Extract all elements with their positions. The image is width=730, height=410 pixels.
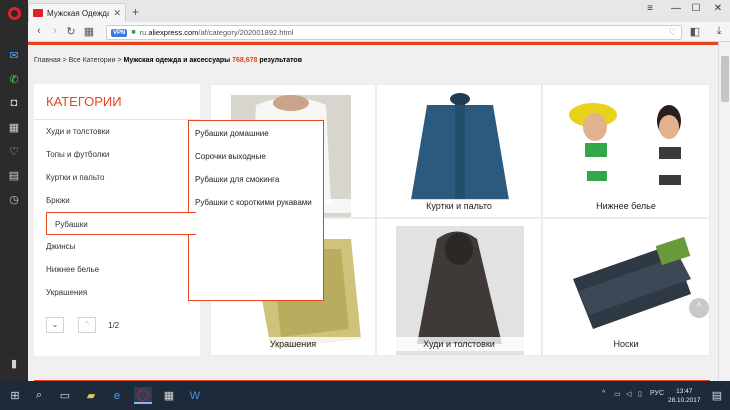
product-label: Куртки и пальто [377,199,541,213]
scrollbar-thumb[interactable] [721,56,729,102]
page-scrollbar[interactable] [718,42,730,381]
pager-down-button[interactable]: ⌄ [46,317,64,333]
breadcrumb: Главная > Все Категории > Мужская одежда… [34,57,303,64]
submenu-item-home-shirts[interactable]: Рубашки домашние [195,129,269,138]
product-label: Худи и толстовки [377,337,541,351]
socks-image [543,219,709,355]
whatsapp-icon[interactable]: ✆ [5,70,23,88]
tabs-grid-icon[interactable]: ▦ [82,25,96,38]
language-indicator[interactable]: РУС [650,390,664,397]
category-item-shirts[interactable]: Рубашки [46,212,196,235]
submenu-item-tuxedo-shirts[interactable]: Рубашки для смокинга [195,175,279,184]
sidebar-toggle-icon[interactable]: ▮ [5,354,23,372]
lock-icon[interactable]: ■ [131,29,135,36]
product-tile-socks[interactable]: Носки [542,218,710,356]
camera-icon[interactable]: ◘ [5,94,23,112]
download-icon[interactable]: ⤓ [712,25,726,38]
category-item-jeans[interactable]: Джинсы [34,235,200,258]
breadcrumb-current: Мужская одежда и аксессуары [123,57,231,64]
reload-icon[interactable]: ↻ [64,25,78,38]
easy-setup-icon[interactable]: ≡ [638,3,662,14]
product-label: Нижнее белье [543,199,709,213]
page-content: Главная > Все Категории > Мужская одежда… [28,42,718,381]
navigation-bar: ‹ › ↻ ▦ VPN ■ ru.aliexpress.com/af/categ… [28,22,730,42]
back-to-top-button[interactable]: ^ [689,298,709,318]
new-tab-button[interactable]: + [132,5,139,19]
calculator-icon[interactable]: ▦ [160,387,178,404]
results-count: 768,678 [232,57,258,64]
close-window-button[interactable]: ✕ [706,3,730,14]
category-item-jackets[interactable]: Куртки и пальто [34,166,200,189]
breadcrumb-all-categories[interactable]: Все Категории [69,57,116,64]
product-tile-hoodies[interactable]: Худи и толстовки [376,218,542,356]
opera-sidebar: ✉ ✆ ◘ ▦ ♡ ▤ ◷ ▮ [0,0,28,381]
pager-text: 1/2 [108,321,120,330]
breadcrumb-home[interactable]: Главная [34,57,61,64]
hoodie-image [396,226,524,355]
file-explorer-icon[interactable]: ▰ [82,387,100,404]
word-icon[interactable]: W [186,387,204,404]
notifications-icon[interactable]: ▤ [708,387,726,404]
categories-title: КАТЕГОРИИ [46,94,122,109]
maximize-button[interactable]: ☐ [684,3,708,14]
results-label: результатов [259,57,303,64]
volume-icon[interactable]: ◁ [626,390,631,398]
speed-dial-icon[interactable]: ▦ [5,118,23,136]
edge-icon[interactable]: e [108,387,126,404]
bookmark-heart-icon[interactable]: ♡ [669,27,677,38]
vpn-badge[interactable]: VPN [111,28,128,37]
news-icon[interactable]: ▤ [5,166,23,184]
task-view-icon[interactable]: ▭ [56,387,74,404]
opera-taskbar-icon[interactable]: ◯ [134,387,152,404]
submenu-item-dress-shirts[interactable]: Сорочки выходные [195,152,266,161]
url-text: ru.aliexpress.com/af/category/202001892.… [139,28,294,37]
tray-up-arrow-icon[interactable]: ^ [602,390,605,397]
category-item-tops[interactable]: Топы и футболки [34,143,200,166]
category-item-pants[interactable]: Брюки [34,189,200,212]
category-item-underwear[interactable]: Нижнее белье [34,258,200,281]
pager-up-button[interactable]: ^ [78,317,96,333]
search-icon[interactable]: ⌕ [30,387,48,404]
shirts-submenu: Рубашки домашние Сорочки выходные Рубашк… [188,120,324,301]
snapshot-icon[interactable]: ◧ [688,25,702,38]
submenu-item-short-sleeve-shirts[interactable]: Рубашки с короткими рукавами [195,198,312,207]
messenger-icon[interactable]: ✉ [5,46,23,64]
back-icon[interactable]: ‹ [32,25,46,37]
title-bar: Мужская Одежда И Аксес ✕ + ≡ — ☐ ✕ [28,0,730,22]
windows-taskbar: ⊞ ⌕ ▭ ▰ e ◯ ▦ W ^ ▭ ◁ ▯ РУС 13:47 28.10.… [0,381,730,410]
tab-title: Мужская Одежда И Аксес [47,8,110,18]
opera-logo-icon[interactable] [5,4,23,22]
aliexpress-favicon-icon [33,9,43,17]
windows-start-icon[interactable]: ⊞ [6,387,24,404]
product-tile-underwear[interactable]: Нижнее белье [542,84,710,218]
battery-icon[interactable]: ▯ [638,390,642,398]
tab-close-icon[interactable]: ✕ [113,8,121,19]
clock[interactable]: 13:47 28.10.2017 [668,387,701,405]
category-item-hoodies[interactable]: Худи и толстовки [34,120,200,143]
network-icon[interactable]: ▭ [614,390,621,398]
product-tile-jackets[interactable]: Куртки и пальто [376,84,542,218]
address-bar[interactable]: VPN ■ ru.aliexpress.com/af/category/2020… [106,25,682,40]
forward-icon[interactable]: › [48,25,62,37]
product-label: Украшения [211,337,375,351]
header-accent-line [28,42,718,45]
categories-panel: КАТЕГОРИИ Худи и толстовки Топы и футбол… [34,84,200,356]
product-label: Носки [543,337,709,351]
bookmarks-icon[interactable]: ♡ [5,142,23,160]
history-icon[interactable]: ◷ [5,190,23,208]
category-item-jewelry[interactable]: Украшения [34,281,200,304]
tab-aliexpress[interactable]: Мужская Одежда И Аксес ✕ [28,3,126,22]
